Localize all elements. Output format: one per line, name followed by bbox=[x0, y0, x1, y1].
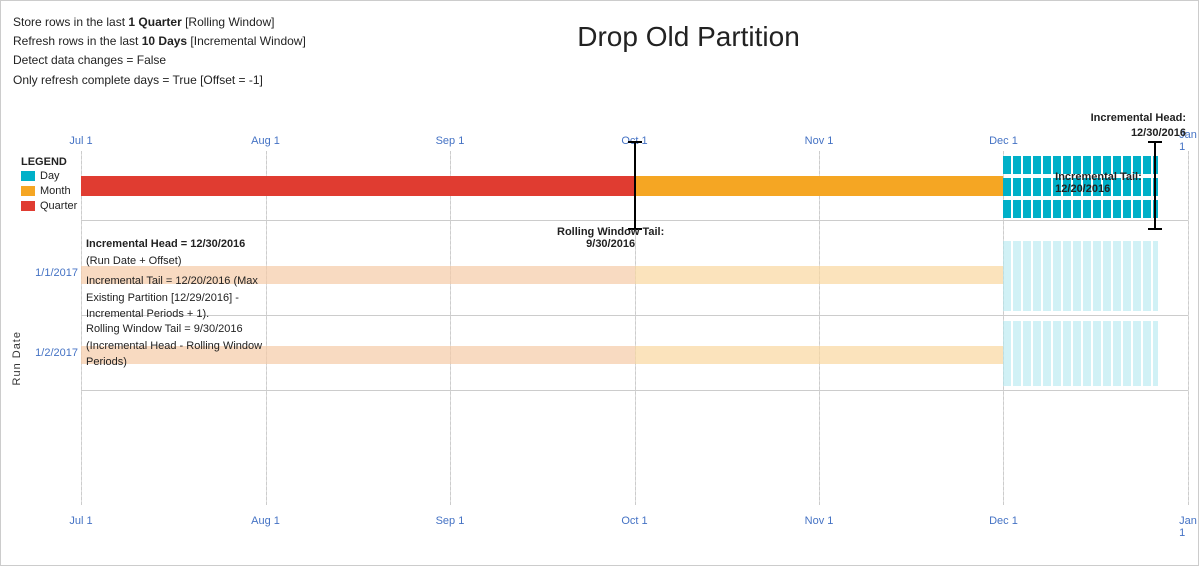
main-container: Store rows in the last 1 Quarter [Rollin… bbox=[0, 0, 1199, 566]
axis-bottom-dec: Dec 1 bbox=[989, 515, 1018, 527]
chart-row-main: Rolling Window Tail:9/30/2016 Incrementa… bbox=[81, 151, 1188, 221]
bar-quarter-red bbox=[81, 176, 635, 196]
ibeam-oct bbox=[628, 141, 642, 230]
ibeam-jan-bottom bbox=[1148, 228, 1162, 230]
annotation-head-sub: (Run Date + Offset) bbox=[86, 255, 181, 267]
bar-day-teal-top3 bbox=[1003, 200, 1158, 218]
header-line3: Detect data changes = False bbox=[13, 51, 306, 70]
chart-row-2: 1/2/2017 Rolling Window Tail = 9/30/2016… bbox=[81, 316, 1188, 391]
legend-day-label: Day bbox=[40, 170, 60, 182]
header-info: Store rows in the last 1 Quarter [Rollin… bbox=[13, 13, 306, 90]
annotation-head-text: Incremental Head = 12/30/2016 bbox=[86, 238, 245, 250]
legend-month-label: Month bbox=[40, 185, 71, 197]
legend-month-box bbox=[21, 186, 35, 196]
gridline-jan bbox=[1188, 151, 1189, 505]
axis-label-nov: Nov 1 bbox=[805, 135, 834, 147]
bar-month-light-1 bbox=[635, 266, 1004, 284]
header-line2: Refresh rows in the last 10 Days [Increm… bbox=[13, 32, 306, 51]
bar-day-light-1 bbox=[1003, 241, 1158, 311]
header-days-bold: 10 Days bbox=[142, 34, 187, 48]
ibeam-jan-line bbox=[1154, 141, 1156, 230]
annotation-tail-text: Incremental Tail = 12/20/2016 (MaxExisti… bbox=[86, 275, 258, 320]
annotation-rolling-text: Rolling Window Tail = 9/30/2016(Incremen… bbox=[86, 323, 262, 368]
axis-bottom-jul: Jul 1 bbox=[69, 515, 92, 527]
chart-area: Jul 1 Aug 1 Sep 1 Oct 1 Nov 1 Dec 1 Jan … bbox=[11, 131, 1188, 535]
axis-bottom: Jul 1 Aug 1 Sep 1 Oct 1 Nov 1 Dec 1 Jan … bbox=[81, 515, 1188, 535]
bar-day-light-2 bbox=[1003, 321, 1158, 386]
legend-quarter-box bbox=[21, 201, 35, 211]
chart-row-1: 1/1/2017 Incremental Head = 12/30/2016 (… bbox=[81, 231, 1188, 316]
legend-quarter-label: Quarter bbox=[40, 200, 77, 212]
header-line4: Only refresh complete days = True [Offse… bbox=[13, 71, 306, 90]
ibeam-jan bbox=[1148, 141, 1162, 230]
bar-month-light-2 bbox=[635, 346, 1004, 364]
row-label-1: 1/1/2017 bbox=[13, 267, 78, 279]
legend-day-box bbox=[21, 171, 35, 181]
incremental-tail-label: Incremental Tail:12/20/2016 bbox=[1055, 171, 1142, 195]
axis-bottom-nov: Nov 1 bbox=[805, 515, 834, 527]
chart-rows-container: Rolling Window Tail:9/30/2016 Incrementa… bbox=[81, 151, 1188, 505]
ibeam-oct-top bbox=[628, 141, 642, 143]
bar-month-orange bbox=[635, 176, 1004, 196]
axis-bottom-aug: Aug 1 bbox=[251, 515, 280, 527]
page-title: Drop Old Partition bbox=[577, 21, 800, 53]
ibeam-jan-top bbox=[1148, 141, 1162, 143]
axis-bottom-jan: Jan 1 bbox=[1179, 515, 1197, 539]
axis-bottom-sep: Sep 1 bbox=[436, 515, 465, 527]
ibeam-oct-line bbox=[634, 141, 636, 230]
axis-label-sep: Sep 1 bbox=[436, 135, 465, 147]
annotation-rolling: Rolling Window Tail = 9/30/2016(Incremen… bbox=[86, 321, 262, 371]
axis-label-aug: Aug 1 bbox=[251, 135, 280, 147]
header-line1: Store rows in the last 1 Quarter [Rollin… bbox=[13, 13, 306, 32]
axis-label-jul: Jul 1 bbox=[69, 135, 92, 147]
axis-label-dec: Dec 1 bbox=[989, 135, 1018, 147]
axis-bottom-oct: Oct 1 bbox=[621, 515, 647, 527]
annotation-head: Incremental Head = 12/30/2016 (Run Date … bbox=[86, 236, 245, 269]
row-label-2: 1/2/2017 bbox=[13, 347, 78, 359]
header-quarter-bold: 1 Quarter bbox=[128, 15, 181, 29]
incremental-head-label: Incremental Head:12/30/2016 bbox=[1091, 111, 1186, 142]
